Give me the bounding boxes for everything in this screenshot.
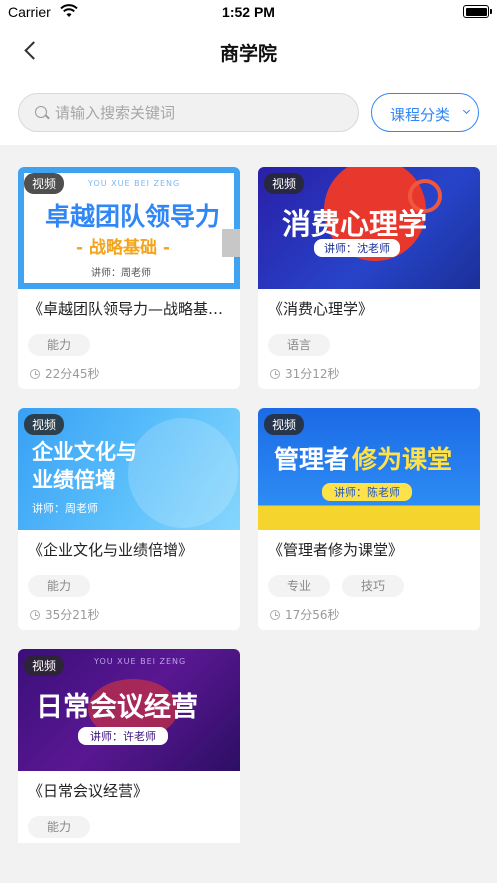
course-title: 《日常会议经营》 xyxy=(28,782,149,800)
course-card[interactable]: YOU XUE BEI ZENG 日常会议经营 讲师：许老师 视频 《日常会议经… xyxy=(18,649,240,843)
category-filter-label: 课程分类 xyxy=(390,106,451,124)
course-tags: 能力 xyxy=(28,334,91,356)
video-badge: 视频 xyxy=(264,173,305,194)
thumb-caption: YOU XUE BEI ZENG xyxy=(94,657,187,666)
course-duration: 35分21秒 xyxy=(30,606,100,623)
clock-time: 1:52 PM xyxy=(222,4,275,20)
course-thumbnail: YOU XUE BEI ZENG 日常会议经营 讲师：许老师 视频 xyxy=(18,649,240,771)
course-tag: 能力 xyxy=(28,816,91,838)
thumb-lecturer: 讲师：周老师 xyxy=(91,268,151,279)
nav-bar: 商学院 xyxy=(0,26,497,76)
thumb-caption: YOU XUE BEI ZENG xyxy=(88,179,181,188)
thumb-headline: 企业文化与 xyxy=(32,440,137,464)
course-tags: 能力 xyxy=(28,816,91,838)
course-duration: 31分12秒 xyxy=(270,365,340,382)
clock-icon xyxy=(270,609,280,620)
duration-text: 35分21秒 xyxy=(45,608,100,622)
thumb-headline-accent: 修为课堂 xyxy=(352,445,453,474)
course-duration: 22分45秒 xyxy=(30,365,100,382)
course-tag: 技巧 xyxy=(342,575,405,597)
thumb-headline: 日常会议经营 xyxy=(36,692,198,723)
thumb-decoration xyxy=(222,229,240,257)
course-tag: 能力 xyxy=(28,575,91,597)
search-bar[interactable] xyxy=(18,93,359,132)
course-card[interactable]: 管理者 修为课堂 讲师：陈老师 视频 《管理者修为课堂》 专业 技巧 17分56… xyxy=(258,408,480,630)
thumb-headline: 管理者 xyxy=(274,445,350,474)
search-input[interactable] xyxy=(55,102,345,124)
course-title: 《卓越团队领导力—战略基础》 xyxy=(28,300,230,318)
thumb-headline: 消费心理学 xyxy=(282,207,428,241)
video-badge: 视频 xyxy=(24,173,65,194)
thumb-lecturer: 讲师：陈老师 xyxy=(322,483,412,501)
clock-icon xyxy=(30,368,40,379)
course-card[interactable]: YOU XUE BEI ZENG 卓越团队领导力 - 战略基础 - 讲师：周老师… xyxy=(18,167,240,389)
chevron-down-icon xyxy=(462,106,471,115)
header: Carrier 1:52 PM 商学院 课程分类 xyxy=(0,0,497,145)
course-duration: 17分56秒 xyxy=(270,606,340,623)
course-tag: 能力 xyxy=(28,334,91,356)
course-tags: 专业 技巧 xyxy=(268,575,405,597)
course-thumbnail: 企业文化与 业绩倍增 讲师：周老师 视频 xyxy=(18,408,240,530)
thumb-headline-line2: 业绩倍增 xyxy=(32,468,116,492)
course-tag: 专业 xyxy=(268,575,331,597)
course-tags: 语言 xyxy=(268,334,331,356)
video-badge: 视频 xyxy=(24,655,65,676)
duration-text: 22分45秒 xyxy=(45,367,100,381)
thumb-subline: - 战略基础 - xyxy=(76,238,170,258)
video-badge: 视频 xyxy=(24,414,65,435)
thumb-lecturer: 讲师：周老师 xyxy=(32,502,98,515)
course-thumbnail: YOU XUE BEI ZENG 卓越团队领导力 - 战略基础 - 讲师：周老师… xyxy=(18,167,240,289)
status-bar: Carrier 1:52 PM xyxy=(0,0,497,26)
course-title: 《企业文化与业绩倍增》 xyxy=(28,541,194,559)
thumb-lecturer: 讲师：许老师 xyxy=(78,727,168,745)
course-card[interactable]: 企业文化与 业绩倍增 讲师：周老师 视频 《企业文化与业绩倍增》 能力 35分2… xyxy=(18,408,240,630)
clock-icon xyxy=(270,368,280,379)
course-tags: 能力 xyxy=(28,575,91,597)
clock-icon xyxy=(30,609,40,620)
search-icon xyxy=(35,106,47,118)
battery-icon xyxy=(463,5,492,18)
course-thumbnail: 消费心理学 讲师：沈老师 视频 xyxy=(258,167,480,289)
course-card[interactable]: 消费心理学 讲师：沈老师 视频 《消费心理学》 语言 31分12秒 xyxy=(258,167,480,389)
course-tag: 语言 xyxy=(268,334,331,356)
thumb-headline: 卓越团队领导力 xyxy=(45,202,221,231)
thumb-lecturer: 讲师：沈老师 xyxy=(314,239,400,257)
page-title: 商学院 xyxy=(219,43,277,65)
video-badge: 视频 xyxy=(264,414,305,435)
duration-text: 17分56秒 xyxy=(285,608,340,622)
course-thumbnail: 管理者 修为课堂 讲师：陈老师 视频 xyxy=(258,408,480,530)
thumb-bubble xyxy=(128,418,238,528)
category-filter-button[interactable]: 课程分类 xyxy=(371,93,479,132)
duration-text: 31分12秒 xyxy=(285,367,340,381)
course-title: 《管理者修为课堂》 xyxy=(268,541,404,559)
course-title: 《消费心理学》 xyxy=(268,300,374,318)
